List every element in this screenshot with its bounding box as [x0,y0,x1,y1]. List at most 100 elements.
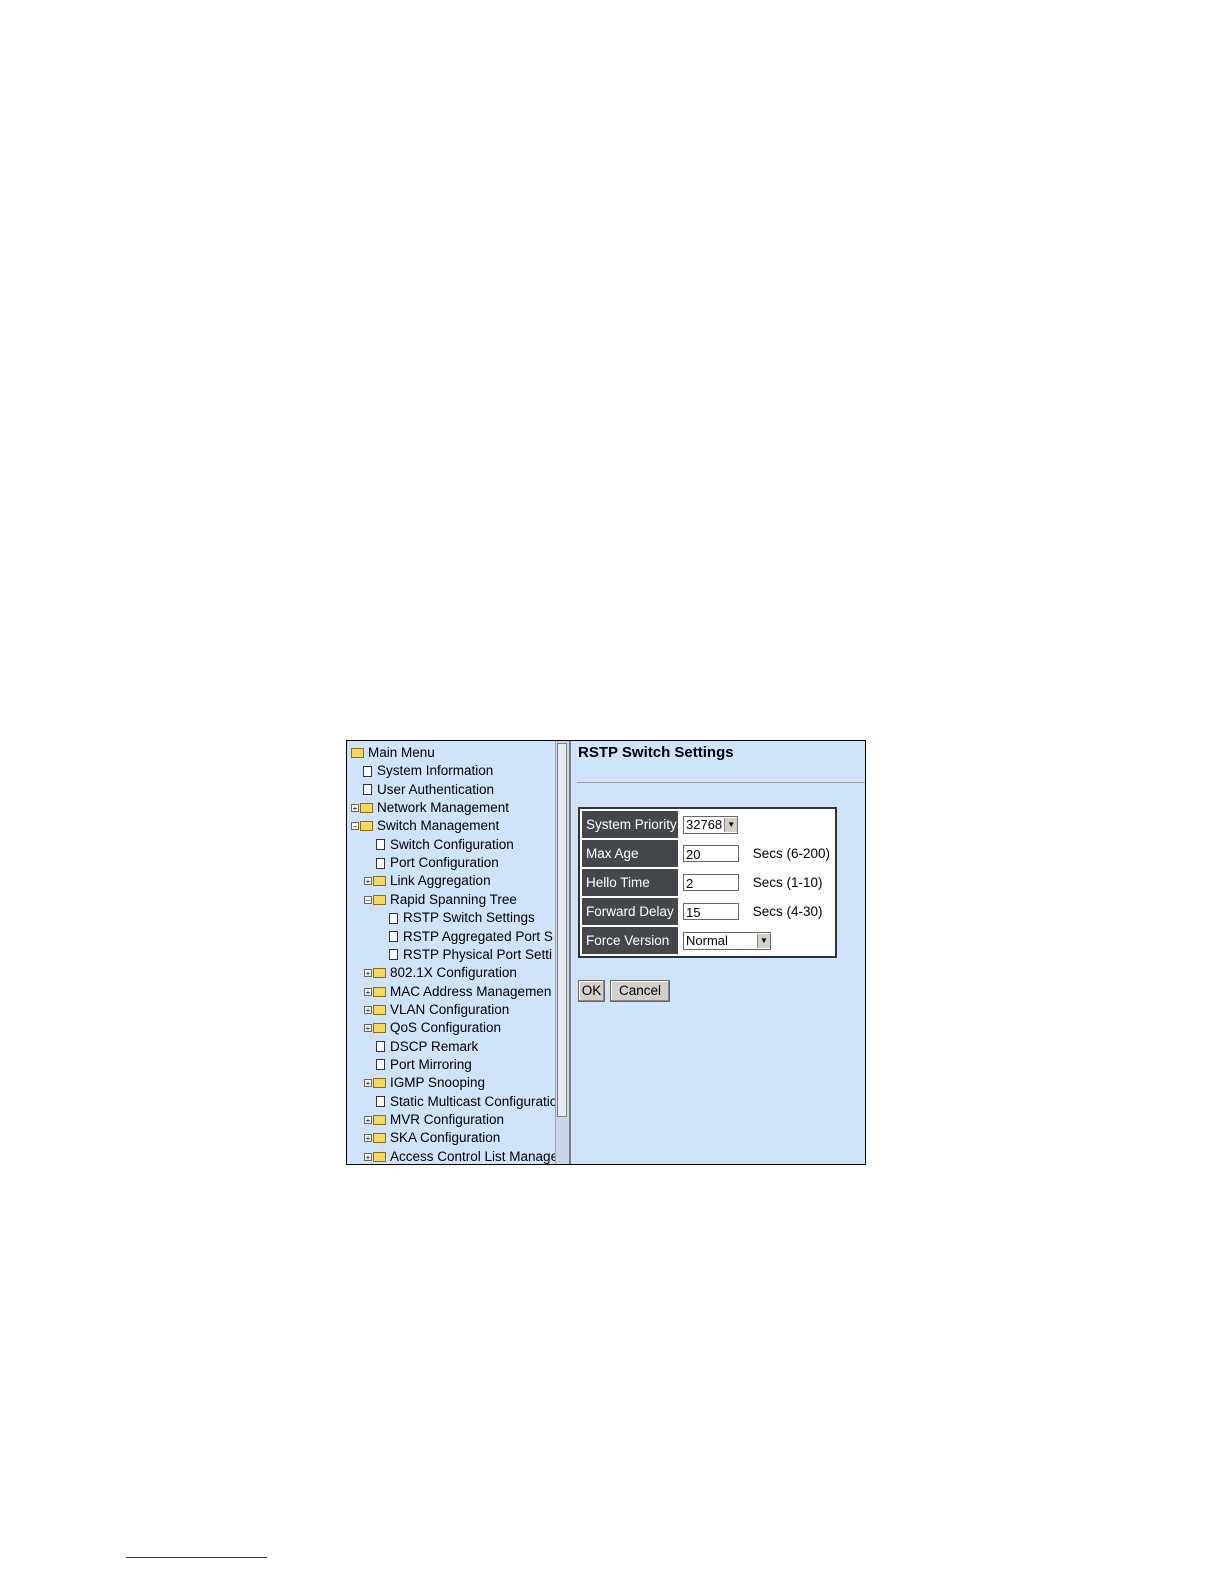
tree-item-label: Rapid Spanning Tree [390,891,517,907]
tree-item-label: Network Management [377,800,510,816]
tree-item[interactable]: + Link Aggregation [364,872,491,890]
collapse-icon[interactable]: − [351,822,359,831]
tree-item-label: Switch Configuration [390,836,514,852]
expand-icon[interactable]: + [364,1024,372,1033]
tree-item[interactable]: + IGMP Snooping [364,1074,485,1092]
tree-item[interactable]: RSTP Switch Settings [377,909,535,927]
tree-item[interactable]: + MVR Configuration [364,1111,504,1129]
tree-item-label: Switch Management [377,818,500,834]
main-content: RSTP Switch Settings System Priority 327… [571,741,865,1164]
row-force-version: Force Version Normal ▼ [582,927,833,954]
tree-item-label: Access Control List Manage [390,1148,555,1164]
tree-item-label: MVR Configuration [390,1112,505,1127]
expand-icon[interactable]: + [351,804,359,813]
system-priority-label: System Priority [582,811,678,838]
tree-item-label: 802.1X Configuration [390,965,517,981]
folder-open-icon [351,748,364,758]
tree-item[interactable]: + VLAN Configuration [364,1001,509,1019]
system-priority-value: 32768 [686,817,723,832]
tree-item[interactable]: RSTP Physical Port Setti [377,946,552,964]
document-icon [363,765,372,777]
tree-item-label: QoS Configuration [390,1020,502,1036]
footer-rule [126,1557,267,1558]
expand-icon[interactable]: + [364,1116,372,1125]
rstp-settings-form: System Priority 32768 ▼ Max Age 20 Secs … [578,807,837,958]
document-icon [363,784,372,796]
document-icon [376,857,385,869]
ok-button[interactable]: OK [578,980,605,1002]
tree-item[interactable]: − Switch Management [351,817,499,835]
tree-item-label: Port Mirroring [390,1056,472,1072]
document-icon [376,1041,385,1053]
folder-icon [373,1133,386,1144]
max-age-unit: Secs (6-200) [752,846,831,861]
app-window: Main Menu System Information User Authent… [346,740,866,1165]
folder-icon [373,1115,386,1125]
dropdown-arrow-icon[interactable]: ▼ [757,933,770,948]
expand-icon[interactable]: + [364,1005,372,1014]
document-icon [389,931,398,942]
scrollbar-thumb[interactable] [557,743,567,1117]
document-icon [389,949,398,961]
tree-item[interactable]: User Authentication [351,781,494,799]
tree-item[interactable]: System Information [351,762,493,780]
hello-time-input[interactable]: 2 [683,874,739,891]
expand-icon[interactable]: + [364,1079,372,1088]
folder-icon [373,1151,386,1162]
forward-delay-input[interactable]: 15 [683,903,739,920]
tree-item-label: MAC Address Managemen [390,983,552,999]
row-max-age: Max Age 20 Secs (6-200) [582,840,833,867]
tree-scrollbar[interactable] [555,741,569,1164]
row-hello-time: Hello Time 2 Secs (1-10) [582,869,833,896]
tree-item[interactable]: +802.1X Configuration [364,964,517,982]
row-forward-delay: Forward Delay 15 Secs (4-30) [582,898,833,925]
force-version-value: Normal [686,933,728,948]
max-age-label: Max Age [582,840,678,867]
tree-item-label: SKA Configuration [390,1130,501,1146]
expand-icon[interactable]: + [364,1134,372,1143]
tree-item[interactable]: Port Mirroring [364,1056,472,1074]
tree-item[interactable]: + MAC Address Managemen [364,983,551,1001]
system-priority-select[interactable]: 32768 ▼ [683,815,739,834]
folder-open-icon [373,894,386,905]
tree-item[interactable]: + Access Control List Manage [364,1148,555,1164]
expand-icon[interactable]: + [364,877,372,886]
collapse-icon[interactable]: − [364,895,372,904]
tree-item-label: VLAN Configuration [390,1001,510,1017]
tree-item[interactable]: Static Multicast Configuratio [364,1093,555,1111]
dropdown-arrow-icon[interactable]: ▼ [724,817,738,832]
tree-item[interactable]: RSTP Aggregated Port S [377,928,553,946]
navigation-tree: Main Menu System Information User Authent… [347,741,555,1164]
tree-item-label: IGMP Snooping [390,1075,486,1091]
tree-item[interactable]: + Network Management [351,799,509,817]
folder-open-icon [360,821,373,832]
document-icon [389,912,398,924]
document-icon [376,839,385,851]
cancel-button[interactable]: Cancel [610,980,670,1002]
document-icon [376,1096,385,1108]
tree-item[interactable]: + SKA Configuration [364,1129,500,1147]
row-system-priority: System Priority 32768 ▼ [582,811,833,838]
tree-item[interactable]: DSCP Remark [364,1038,478,1056]
tree-root-main-menu[interactable]: Main Menu [351,744,435,762]
folder-icon [373,1078,386,1089]
max-age-input[interactable]: 20 [683,845,739,862]
tree-item-label: System Information [377,763,494,779]
tree-item[interactable]: − Rapid Spanning Tree [364,891,517,909]
tree-item[interactable]: + QoS Configuration [364,1019,501,1037]
tree-item-label: RSTP Switch Settings [403,910,535,926]
title-divider [577,782,865,783]
tree-item-label: RSTP Physical Port Setti [403,946,553,962]
expand-icon[interactable]: + [364,969,372,978]
force-version-select[interactable]: Normal ▼ [683,931,771,950]
folder-icon [373,968,386,979]
hello-time-unit: Secs (1-10) [752,875,823,890]
expand-icon[interactable]: + [364,987,372,996]
tree-item[interactable]: Port Configuration [364,854,499,872]
expand-icon[interactable]: + [364,1152,372,1161]
folder-icon [373,986,386,997]
tree-item-label: User Authentication [377,781,495,797]
page-title: RSTP Switch Settings [578,744,734,761]
tree-item-label: Port Configuration [390,855,499,871]
tree-item[interactable]: Switch Configuration [364,836,514,854]
